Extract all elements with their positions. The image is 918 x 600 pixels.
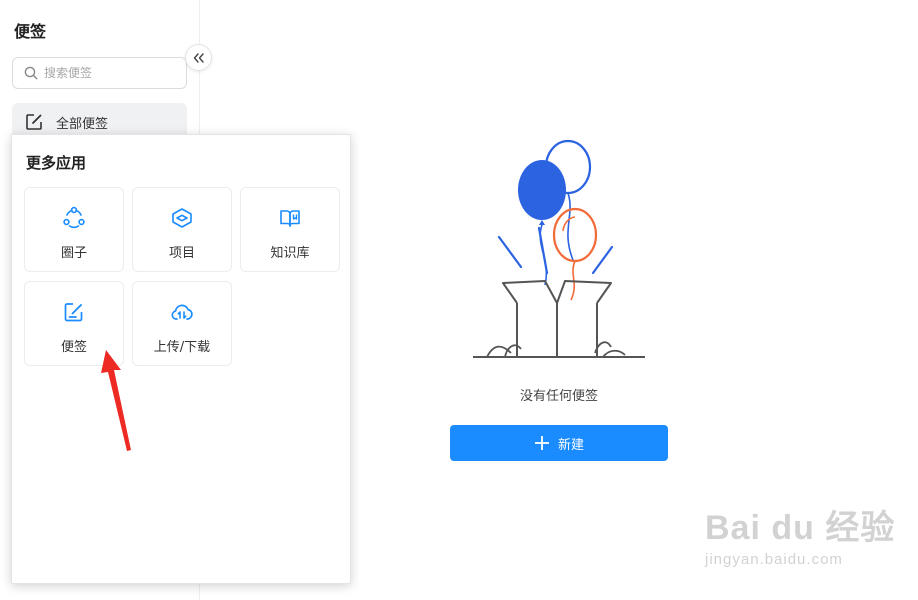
empty-state-text: 没有任何便签 bbox=[519, 389, 598, 404]
sidebar-item-label: 全部便签 bbox=[56, 116, 109, 132]
note-edit-icon bbox=[64, 303, 83, 322]
app-tile-upload-download[interactable]: 上传/下载 bbox=[132, 281, 232, 366]
more-apps-popup: 更多应用 圈子 项目 知识库 便签 上传/下载 bbox=[11, 134, 351, 584]
app-tile-circle[interactable]: 圈子 bbox=[24, 187, 124, 272]
search-input[interactable] bbox=[44, 66, 164, 80]
app-tile-knowledge-base[interactable]: 知识库 bbox=[240, 187, 340, 272]
app-tile-label: 上传/下载 bbox=[153, 340, 211, 355]
annotation-arrow bbox=[101, 350, 131, 451]
new-note-button[interactable]: 新建 bbox=[450, 425, 668, 461]
search-box[interactable] bbox=[12, 57, 187, 89]
search-icon bbox=[24, 66, 38, 80]
app-window: 便签 全部便签 更多应用 bbox=[0, 0, 918, 600]
new-button-label: 新建 bbox=[557, 437, 584, 453]
circle-group-icon bbox=[63, 206, 85, 229]
collapse-sidebar-button[interactable] bbox=[185, 44, 212, 71]
app-tile-label: 便签 bbox=[60, 340, 87, 355]
sidebar-title: 便签 bbox=[14, 22, 47, 41]
app-tile-label: 知识库 bbox=[270, 246, 310, 261]
book-icon bbox=[280, 210, 300, 227]
plus-icon bbox=[534, 436, 549, 450]
app-tile-label: 项目 bbox=[168, 246, 195, 261]
watermark-logo: Bai du 经验 bbox=[705, 509, 896, 547]
baidu-jingyan-watermark: Bai du 经验 jingyan.baidu.com bbox=[705, 500, 895, 568]
chevron-double-left-icon bbox=[193, 52, 204, 63]
cloud-transfer-icon bbox=[171, 304, 193, 320]
app-tile-label: 圈子 bbox=[60, 246, 87, 261]
app-tile-project[interactable]: 项目 bbox=[132, 187, 232, 272]
note-edit-icon bbox=[26, 114, 42, 130]
watermark-url: jingyan.baidu.com bbox=[705, 551, 843, 568]
empty-state-illustration bbox=[473, 139, 645, 358]
popup-title: 更多应用 bbox=[26, 154, 87, 172]
project-layers-icon bbox=[172, 208, 192, 228]
